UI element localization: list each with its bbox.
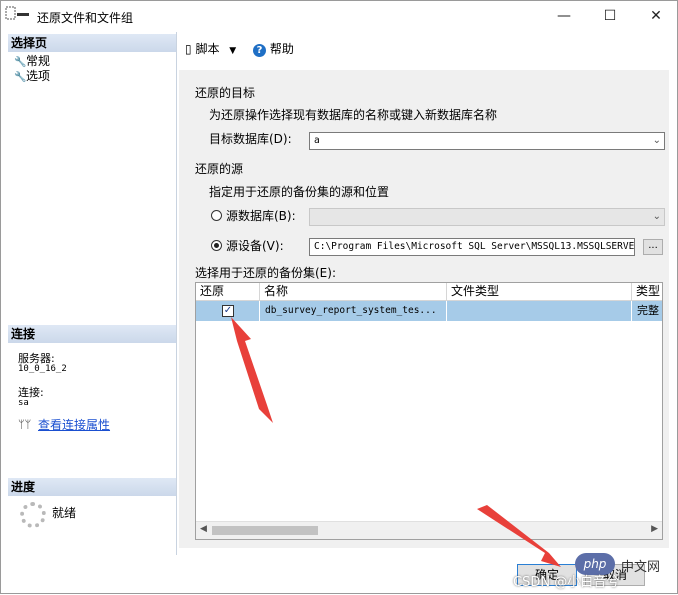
target-database-combo[interactable]: a ⌄ [309, 132, 665, 150]
backup-name-cell: db_survey_report_system_tes... [260, 301, 447, 321]
backup-type-cell: 完整 [637, 304, 659, 317]
target-database-value: a [314, 135, 320, 146]
connection-value: sa [18, 398, 29, 408]
grid-header: 还原 名称 文件类型 类型 [196, 283, 662, 301]
scroll-right-icon[interactable]: ▶ [651, 524, 658, 534]
window-title: 还原文件和文件组 [37, 11, 134, 25]
connection-properties-icon: ᛘᛘ [18, 418, 32, 431]
toolbar: ▯ 脚本 ▼ ? 帮助 [177, 32, 677, 62]
restore-cell: ✓ [196, 301, 260, 321]
chevron-down-icon: ⌄ [652, 135, 661, 146]
help-label: 帮助 [269, 42, 294, 56]
sidebar: 选择页 🔧常规 🔧选项 连接 服务器: 10_0_16_2 连接: sa ᛘᛘ … [8, 32, 177, 555]
connection-header: 连接 [8, 325, 176, 343]
maximize-button[interactable]: ☐ [587, 1, 633, 32]
source-device-path-field[interactable]: C:\Program Files\Microsoft SQL Server\MS… [309, 238, 635, 256]
view-connection-properties-link[interactable]: 查看连接属性 [38, 416, 110, 433]
scrollbar-thumb[interactable] [212, 526, 318, 535]
column-header-file-type[interactable]: 文件类型 [447, 283, 632, 300]
restore-source-title: 还原的源 [195, 162, 244, 176]
source-device-radio[interactable] [211, 240, 222, 251]
table-row[interactable]: ✓ db_survey_report_system_tes... 完整 [196, 301, 662, 321]
wrench-icon: 🔧 [14, 72, 27, 83]
progress-spinner-icon [20, 502, 46, 528]
watermark-cn-text: 中文网 [621, 560, 661, 575]
restore-form-panel: 还原的目标 为还原操作选择现有数据库的名称或键入新数据库名称 目标数据库(D):… [179, 70, 669, 548]
script-icon: ▯ [185, 42, 192, 56]
sidebar-item-label: 常规 [26, 54, 51, 68]
help-icon: ? [253, 44, 266, 57]
close-button[interactable]: ✕ [633, 1, 678, 32]
backup-sets-grid[interactable]: 还原 名称 文件类型 类型 ✓ db_survey_report_system_… [195, 282, 663, 540]
column-header-type[interactable]: 类型 [632, 283, 662, 300]
sidebar-item-options[interactable]: 🔧选项 [14, 68, 50, 84]
help-button[interactable]: ? 帮助 [253, 40, 294, 57]
restore-source-desc: 指定用于还原的备份集的源和位置 [209, 185, 390, 199]
backup-sets-label: 选择用于还原的备份集(E): [195, 266, 336, 280]
title-bar[interactable]: 还原文件和文件组 — ☐ ✕ [1, 1, 677, 32]
browse-button[interactable]: ... [643, 239, 663, 255]
sidebar-item-general[interactable]: 🔧常规 [14, 53, 50, 69]
watermark-csdn-text: CSDN @小白音兮 [513, 575, 620, 590]
sidebar-item-label: 选项 [26, 69, 51, 83]
restore-checkbox[interactable]: ✓ [222, 305, 234, 317]
minimize-button[interactable]: — [541, 1, 587, 32]
chevron-down-icon: ▼ [229, 46, 237, 56]
source-database-radio[interactable] [211, 210, 222, 221]
database-restore-icon [5, 6, 29, 20]
select-page-header: 选择页 [8, 34, 176, 52]
source-database-label: 源数据库(B): [226, 209, 296, 223]
horizontal-scrollbar[interactable]: ◀ ▶ [196, 521, 662, 539]
script-button[interactable]: ▯ 脚本 ▼ [185, 40, 236, 57]
chevron-down-icon: ⌄ [652, 211, 661, 222]
progress-header: 进度 [8, 478, 176, 496]
script-label: 脚本 [195, 42, 220, 56]
restore-target-desc: 为还原操作选择现有数据库的名称或键入新数据库名称 [209, 108, 498, 122]
target-database-label: 目标数据库(D): [209, 132, 292, 146]
column-header-name[interactable]: 名称 [260, 283, 447, 300]
source-database-combo[interactable]: ⌄ [309, 208, 665, 226]
source-device-label: 源设备(V): [226, 239, 284, 253]
scroll-left-icon[interactable]: ◀ [200, 524, 207, 534]
column-header-restore[interactable]: 还原 [196, 283, 260, 300]
restore-dialog-window: 还原文件和文件组 — ☐ ✕ 选择页 🔧常规 🔧选项 连接 服务器: 10_0_… [0, 0, 678, 594]
progress-status: 就绪 [52, 506, 77, 520]
server-value: 10_0_16_2 [18, 364, 67, 374]
restore-target-title: 还原的目标 [195, 86, 256, 100]
file-type-cell [447, 301, 632, 321]
main-panel: ▯ 脚本 ▼ ? 帮助 还原的目标 为还原操作选择现有数据库的名称或键入新数据库… [177, 32, 677, 555]
